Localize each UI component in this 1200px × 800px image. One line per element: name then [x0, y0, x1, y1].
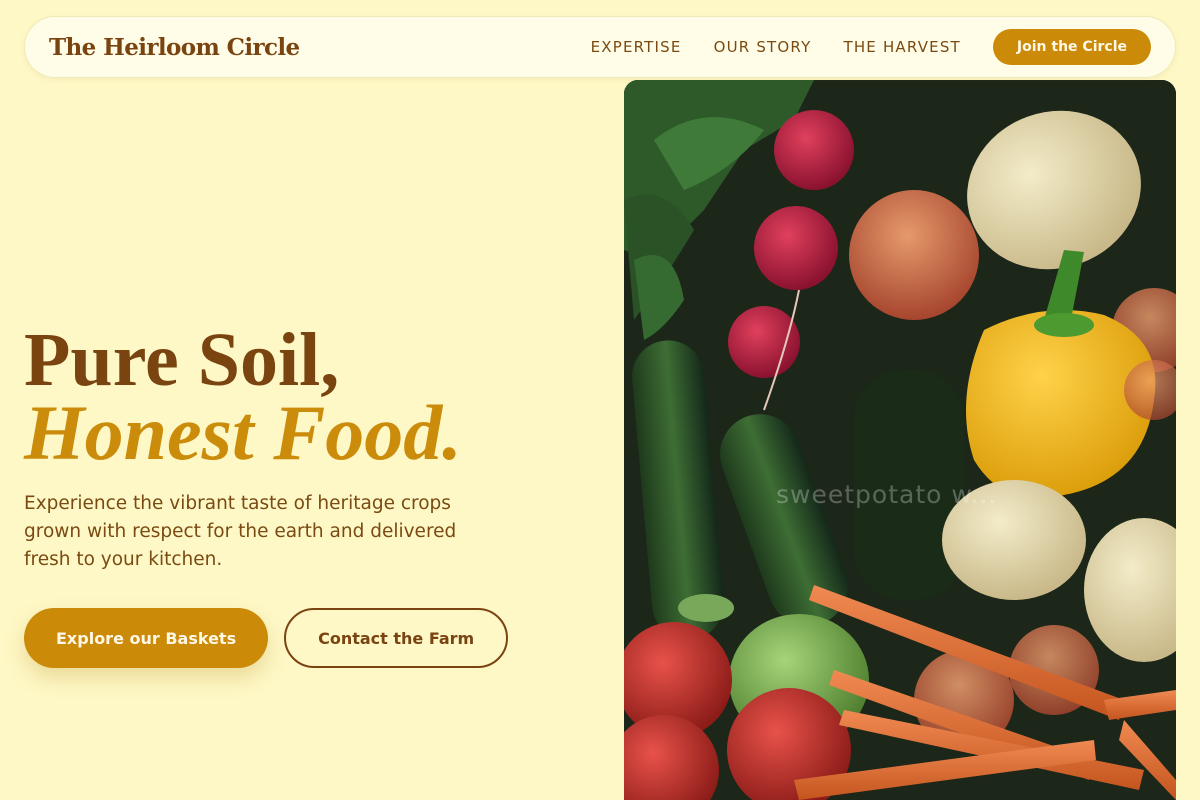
nav-link-our-story[interactable]: OUR STORY	[714, 38, 812, 56]
top-nav: The Heirloom Circle EXPERTISE OUR STORY …	[24, 16, 1176, 78]
brand-logo[interactable]: The Heirloom Circle	[49, 34, 300, 61]
nav-links: EXPERTISE OUR STORY THE HARVEST Join the…	[591, 29, 1151, 65]
hero-heading-line1: Pure Soil,	[24, 318, 340, 402]
page: The Heirloom Circle EXPERTISE OUR STORY …	[0, 0, 1200, 800]
hero-vegetables-image: sweetpotato w...	[624, 80, 1176, 800]
explore-baskets-button[interactable]: Explore our Baskets	[24, 608, 269, 668]
vegetables-illustration	[624, 80, 1176, 800]
join-circle-button[interactable]: Join the Circle	[992, 29, 1151, 65]
hero-description: Experience the vibrant taste of heritage…	[24, 493, 457, 570]
image-watermark: sweetpotato w...	[776, 480, 998, 509]
hero-heading: Pure Soil, Honest Food.	[24, 322, 584, 472]
nav-link-the-harvest[interactable]: THE HARVEST	[843, 38, 960, 56]
contact-farm-button[interactable]: Contact the Farm	[284, 608, 509, 668]
hero-section: Pure Soil, Honest Food. Experience the v…	[24, 322, 584, 668]
hero-heading-line2: Honest Food.	[24, 389, 462, 476]
hero-actions: Explore our Baskets Contact the Farm	[24, 608, 584, 668]
nav-link-expertise[interactable]: EXPERTISE	[591, 38, 682, 56]
